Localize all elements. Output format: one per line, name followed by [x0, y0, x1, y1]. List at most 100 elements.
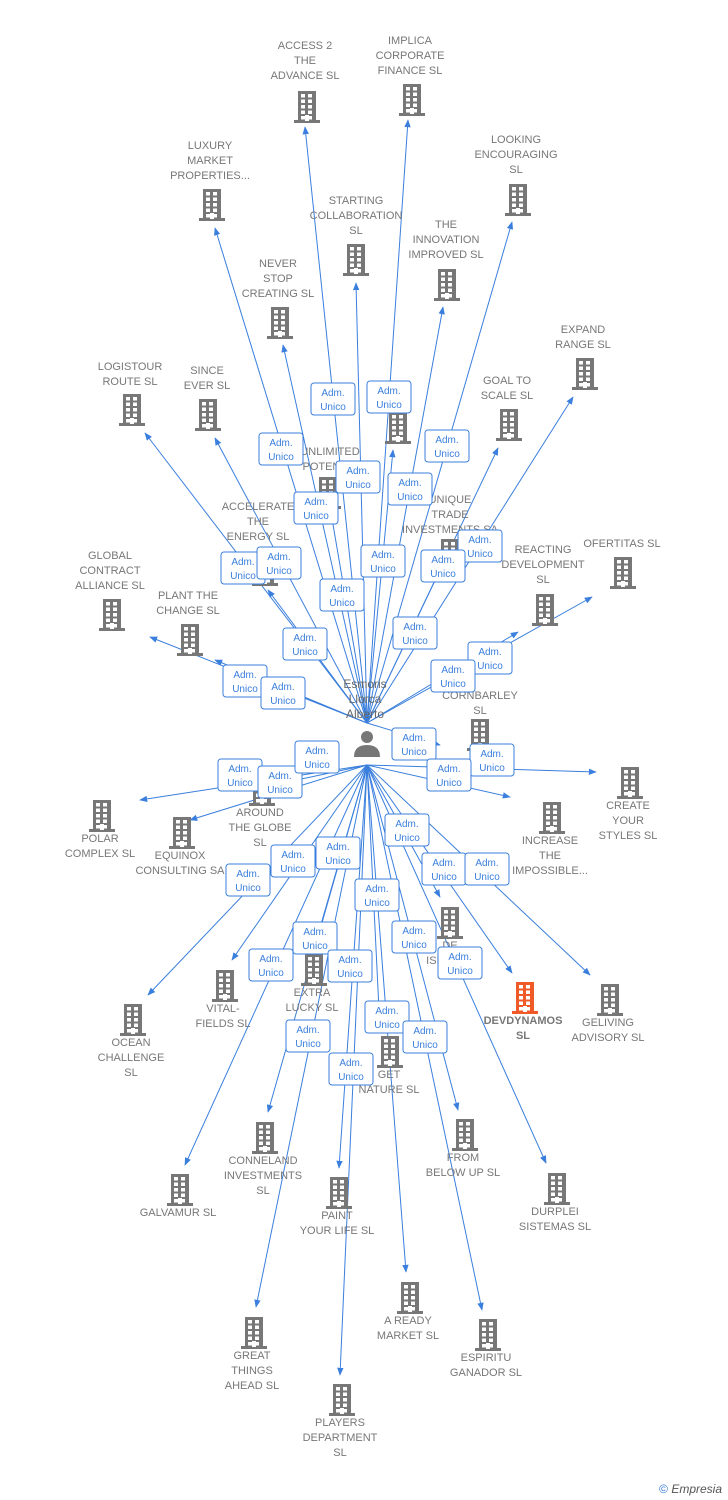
role-badge[interactable]: Adm. Unico	[327, 949, 373, 983]
company-name[interactable]: VITAL-	[206, 1003, 240, 1015]
company-node[interactable]: FROM BELOW UP SL	[426, 1119, 500, 1179]
company-name[interactable]: STARTING	[329, 195, 384, 207]
company-name[interactable]: IMPOSSIBLE...	[512, 865, 588, 877]
company-node[interactable]: LOOKING ENCOURAGING SL	[474, 134, 558, 216]
role-badge[interactable]: Adm. Unico	[294, 740, 340, 774]
company-name[interactable]: THE GLOBE	[229, 822, 292, 834]
company-name[interactable]: TRADE	[431, 509, 468, 521]
company-name[interactable]: CREATE	[606, 800, 650, 812]
role-badge[interactable]: Adm. Unico	[293, 491, 339, 525]
role-badge[interactable]: Adm. Unico	[437, 946, 483, 980]
role-badge[interactable]: Adm. Unico	[217, 758, 263, 792]
company-node[interactable]: GLOBAL CONTRACT ALLIANCE SL	[75, 550, 145, 631]
role-badge[interactable]: Adm. Unico	[270, 844, 316, 878]
company-name[interactable]: IMPROVED SL	[408, 249, 483, 261]
company-name[interactable]: DEPARTMENT	[303, 1432, 378, 1444]
role-badge[interactable]: Adm. Unico	[258, 432, 304, 466]
company-node[interactable]: ACCESS 2 THE ADVANCE SL	[271, 40, 340, 123]
company-node[interactable]: VITAL- FIELDS SL	[195, 970, 251, 1030]
company-name[interactable]: SL	[516, 1030, 530, 1042]
company-name[interactable]: GET	[378, 1069, 401, 1081]
role-badge[interactable]: Adm. Unico	[328, 1052, 374, 1086]
company-name[interactable]: IMPLICA	[388, 35, 433, 47]
company-name[interactable]: COLLABORATION	[310, 210, 403, 222]
company-name[interactable]: UNIQUE	[429, 494, 472, 506]
company-name[interactable]: MARKET SL	[377, 1330, 439, 1342]
company-name[interactable]: ROUTE SL	[102, 376, 157, 388]
company-name[interactable]: SL	[124, 1067, 137, 1079]
company-name[interactable]: EXTRA	[294, 987, 331, 999]
company-name[interactable]: RANGE SL	[555, 339, 611, 351]
company-node[interactable]: CONNELAND INVESTMENTS SL	[224, 1122, 302, 1197]
company-name[interactable]: DEVDYNAMOS	[484, 1015, 563, 1027]
company-name[interactable]: PLAYERS	[315, 1417, 365, 1429]
role-badge[interactable]: Adm. Unico	[292, 921, 338, 955]
role-badge[interactable]: Adm. Unico	[222, 664, 268, 698]
role-badge[interactable]: Adm. Unico	[260, 676, 306, 710]
role-badge[interactable]: Adm. Unico	[248, 948, 294, 982]
company-name[interactable]: CREATING SL	[242, 288, 315, 300]
company-name[interactable]: CONTRACT	[79, 565, 140, 577]
company-name[interactable]: THE	[435, 219, 457, 231]
company-name[interactable]: STOP	[263, 273, 293, 285]
company-name[interactable]: SL	[253, 837, 266, 849]
company-name[interactable]: GREAT	[233, 1350, 270, 1362]
company-name[interactable]: LUCKY SL	[286, 1002, 339, 1014]
company-name[interactable]: YOUR	[612, 815, 644, 827]
company-name[interactable]: GOAL TO	[483, 375, 532, 387]
role-badge[interactable]: Adm. Unico	[402, 1020, 448, 1054]
company-name[interactable]: ADVISORY SL	[572, 1032, 645, 1044]
company-node[interactable]: INCREASE THE IMPOSSIBLE...	[512, 802, 588, 877]
company-node[interactable]: CORNBARLEYSL	[442, 690, 519, 751]
company-node[interactable]: GREAT THINGS AHEAD SL	[225, 1317, 279, 1392]
company-name[interactable]: AHEAD SL	[225, 1380, 279, 1392]
company-name[interactable]: SL	[333, 1447, 346, 1459]
company-name[interactable]: PROPERTIES...	[170, 170, 250, 182]
company-name[interactable]: CHALLENGE	[98, 1052, 165, 1064]
role-badge[interactable]: Adm. Unico	[392, 616, 438, 650]
company-name[interactable]: SCALE SL	[481, 390, 534, 402]
company-name[interactable]: SISTEMAS SL	[519, 1221, 591, 1233]
company-name[interactable]: CONSULTING SA	[135, 865, 225, 877]
empresia-logo[interactable]: Empresia	[671, 1482, 722, 1496]
company-name[interactable]: SL	[473, 705, 486, 717]
company-name[interactable]: EXPAND	[561, 324, 605, 336]
company-node[interactable]: LOGISTOUR ROUTE SL	[98, 361, 163, 426]
company-node[interactable]: ESPIRITU GANADOR SL	[450, 1319, 522, 1379]
role-badge[interactable]: Adm. Unico	[282, 627, 328, 661]
company-name[interactable]: STYLES SL	[599, 830, 658, 842]
company-name[interactable]: ACCELERATE	[222, 501, 295, 513]
role-badge[interactable]: Adm. Unico	[319, 578, 365, 612]
company-node[interactable]: EQUINOX CONSULTING SA	[135, 817, 225, 877]
company-name[interactable]: GELIVING	[582, 1017, 634, 1029]
company-name[interactable]: LOGISTOUR	[98, 361, 163, 373]
company-node[interactable]: NEVER STOP CREATING SL	[242, 258, 315, 339]
company-name[interactable]: SL	[349, 225, 362, 237]
company-name[interactable]: PAINT	[321, 1210, 353, 1222]
role-badge[interactable]: Adm. Unico	[315, 836, 361, 870]
company-name[interactable]: MARKET	[187, 155, 233, 167]
company-name[interactable]: DURPLEI	[531, 1206, 579, 1218]
company-name[interactable]: THINGS	[231, 1365, 273, 1377]
role-badge[interactable]: Adm. Unico	[384, 813, 430, 847]
role-badge[interactable]: Adm. Unico	[310, 382, 356, 416]
company-node[interactable]: GELIVING ADVISORY SL	[572, 984, 645, 1044]
person-node[interactable]: EsmorisLlorcaAlberto	[343, 677, 387, 757]
role-badge[interactable]: Adm. Unico	[225, 863, 271, 897]
role-badge[interactable]: Adm. Unico	[391, 920, 437, 954]
role-badge[interactable]: Adm. Unico	[364, 1000, 410, 1034]
company-name[interactable]: LOOKING	[491, 134, 541, 146]
company-name[interactable]: SINCE	[190, 365, 224, 377]
role-badge[interactable]: Adm. Unico	[366, 380, 412, 414]
person-name[interactable]: Llorca	[349, 692, 382, 706]
role-badge[interactable]: Adm. Unico	[256, 546, 302, 580]
company-name[interactable]: THE	[247, 516, 269, 528]
company-name[interactable]: ENERGY SL	[227, 531, 290, 543]
company-name[interactable]: GLOBAL	[88, 550, 132, 562]
role-badge[interactable]: Adm. Unico	[360, 544, 406, 578]
company-name[interactable]: ADVANCE SL	[271, 70, 340, 82]
company-name[interactable]: ESPIRITU	[461, 1352, 512, 1364]
role-badge[interactable]: Adm. Unico	[469, 743, 515, 777]
role-badge[interactable]: Adm. Unico	[391, 727, 437, 761]
company-node[interactable]: LUXURY MARKET PROPERTIES...	[170, 140, 250, 221]
